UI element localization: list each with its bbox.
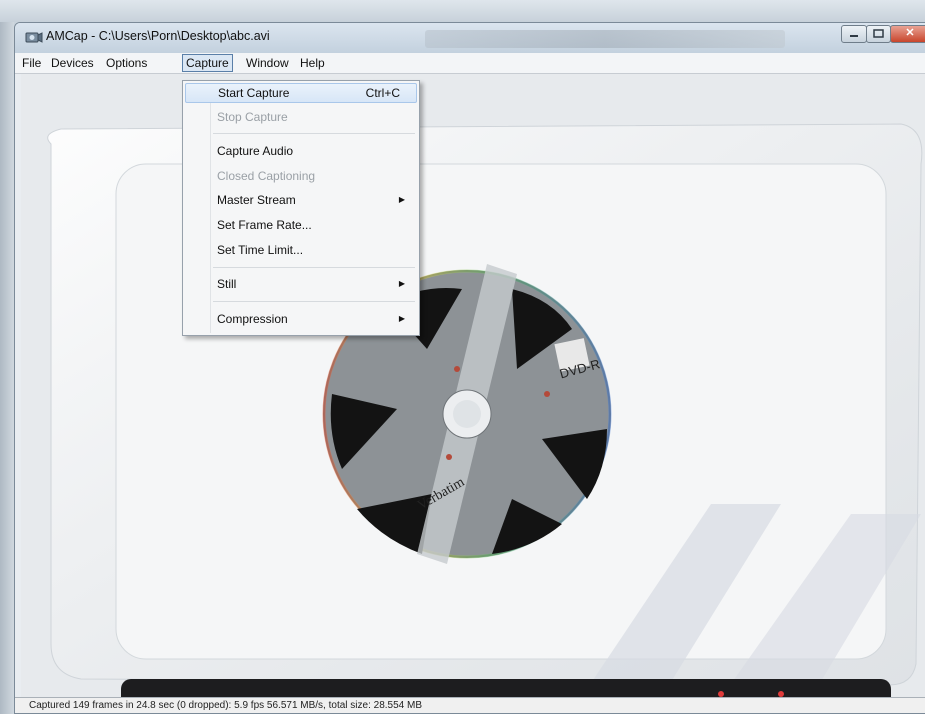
red-dot-1 (454, 366, 460, 372)
title-bar[interactable]: AMCap - C:\Users\Porn\Desktop\abc.avi ✕ (15, 23, 925, 53)
menu-item-closed-captioning[interactable]: Closed Captioning (217, 166, 413, 186)
menu-item-label: Master Stream (217, 193, 296, 207)
menu-window[interactable]: Window (243, 55, 292, 71)
video-preview: DVD-R Verbatim (21, 74, 925, 698)
status-text: Captured 149 frames in 24.8 sec (0 dropp… (29, 700, 422, 711)
menu-capture[interactable]: Capture (182, 54, 233, 72)
menu-bar: File Devices Options Capture Window Help (15, 53, 925, 74)
minimize-button[interactable] (841, 25, 867, 43)
camera-app-icon (25, 32, 43, 43)
menu-item-stop-capture[interactable]: Stop Capture (217, 107, 413, 127)
red-dot-3 (446, 454, 452, 460)
menu-separator (213, 301, 415, 302)
capture-menu-dropdown: Start Capture Ctrl+C Stop Capture Captur… (182, 80, 420, 336)
red-dot-2 (544, 391, 550, 397)
minimize-icon (850, 35, 858, 37)
menu-item-label: Still (217, 277, 237, 291)
menu-item-compression[interactable]: Compression ▶ (217, 309, 413, 329)
menu-separator (213, 267, 415, 268)
submenu-arrow-icon: ▶ (398, 279, 405, 288)
menu-item-start-capture[interactable]: Start Capture Ctrl+C (185, 83, 417, 103)
submenu-arrow-icon: ▶ (398, 195, 405, 204)
menu-item-still[interactable]: Still ▶ (217, 274, 413, 294)
amcap-window: AMCap - C:\Users\Porn\Desktop\abc.avi ✕ … (14, 22, 925, 714)
disc-hole (453, 400, 481, 428)
submenu-arrow-icon: ▶ (398, 314, 405, 323)
window-title: AMCap - C:\Users\Porn\Desktop\abc.avi (46, 29, 270, 43)
video-frame: DVD-R Verbatim (21, 74, 925, 698)
device-bottom (121, 679, 891, 698)
menu-separator (213, 133, 415, 134)
taskbar-blur (425, 30, 785, 48)
shortcut-label: Ctrl+C (365, 86, 400, 100)
maximize-button[interactable] (866, 25, 891, 43)
menu-item-label: Start Capture (218, 86, 290, 100)
menu-item-label: Compression (217, 312, 288, 326)
menu-item-capture-audio[interactable]: Capture Audio (217, 141, 413, 161)
menu-file[interactable]: File (19, 55, 44, 71)
menu-item-set-frame-rate[interactable]: Set Frame Rate... (217, 215, 413, 235)
menu-help[interactable]: Help (297, 55, 328, 71)
desktop-top-strip (0, 0, 925, 22)
desktop-left-strip (0, 22, 14, 714)
close-button[interactable]: ✕ (890, 25, 925, 43)
menu-devices[interactable]: Devices (48, 55, 97, 71)
menu-item-master-stream[interactable]: Master Stream ▶ (217, 190, 413, 210)
menu-item-set-time-limit[interactable]: Set Time Limit... (217, 240, 413, 260)
close-icon: ✕ (905, 27, 915, 39)
menu-options[interactable]: Options (103, 55, 150, 71)
status-bar: Captured 149 frames in 24.8 sec (0 dropp… (15, 697, 925, 713)
maximize-icon (873, 29, 884, 38)
